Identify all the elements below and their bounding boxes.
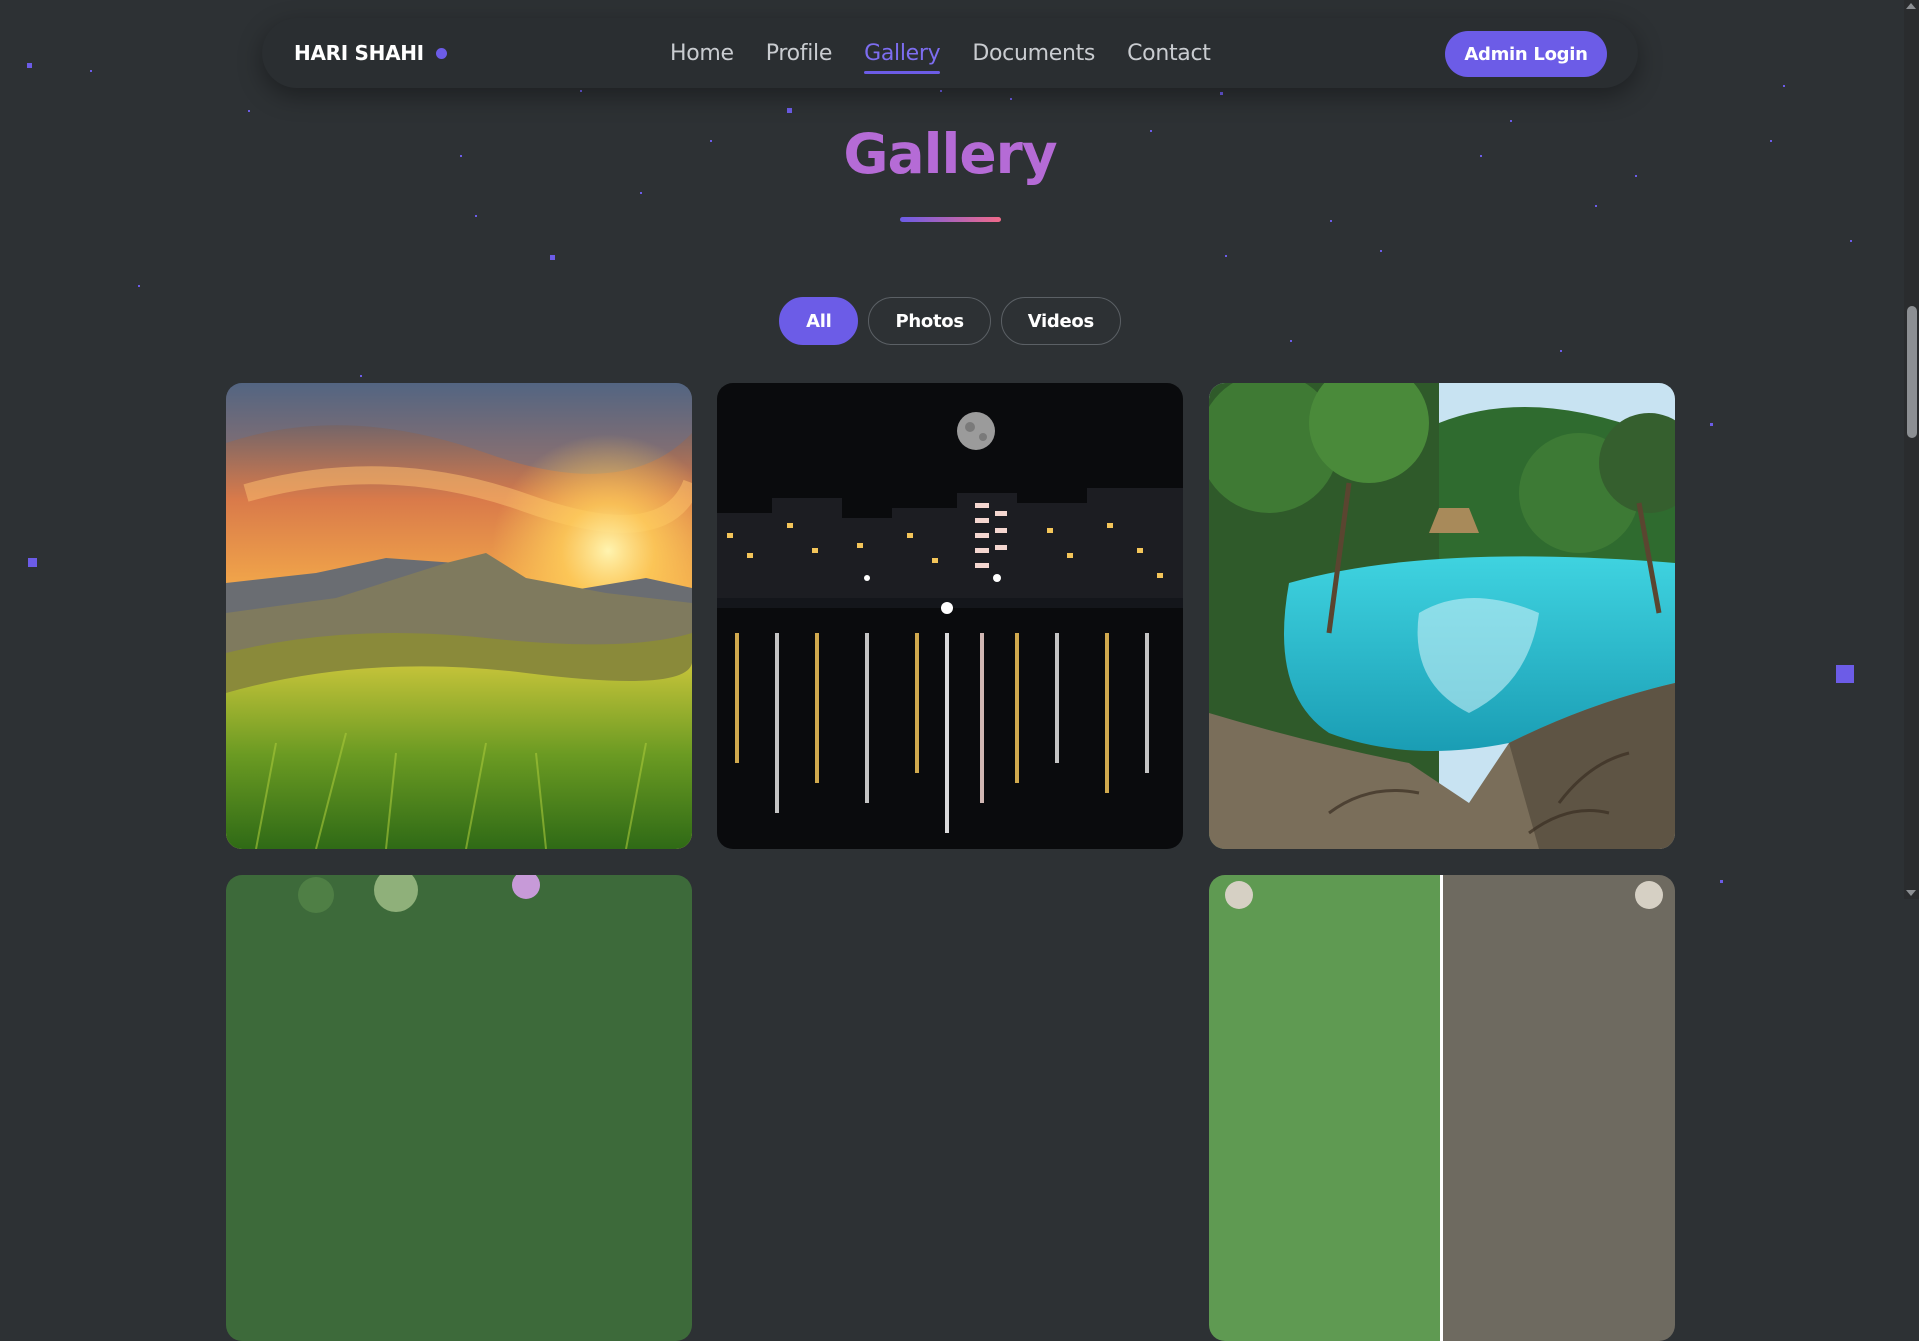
gallery-item-lagoon[interactable] <box>1209 383 1675 849</box>
brand-logo[interactable]: HARI SHAHI <box>294 18 447 88</box>
gallery-item-flower[interactable] <box>226 875 692 1341</box>
gallery-item-sunset[interactable] <box>226 383 692 849</box>
navbar: HARI SHAHI Home Profile Gallery Document… <box>262 18 1638 88</box>
gallery-item-night-city[interactable] <box>717 383 1183 849</box>
title-underline <box>900 217 1001 222</box>
sunset-mountain-meadow-image <box>226 383 692 849</box>
nav-links: Home Profile Gallery Documents Contact <box>670 18 1243 88</box>
brand-name: HARI SHAHI <box>294 41 424 65</box>
nav-link-contact[interactable]: Contact <box>1127 41 1211 66</box>
nav-link-gallery[interactable]: Gallery <box>864 41 941 74</box>
scroll-down-icon[interactable] <box>1906 890 1916 896</box>
scrollbar[interactable] <box>1904 0 1919 899</box>
filter-photos-button[interactable]: Photos <box>868 297 991 345</box>
filter-all-button[interactable]: All <box>779 297 859 345</box>
scroll-up-icon[interactable] <box>1906 3 1916 9</box>
nav-link-documents[interactable]: Documents <box>972 41 1095 66</box>
filter-bar: All Photos Videos <box>0 297 1900 345</box>
gallery-item-animal[interactable] <box>1209 875 1675 1341</box>
flower-image <box>226 875 692 1341</box>
brand-dot-icon <box>435 47 447 59</box>
page-title: Gallery <box>843 122 1057 186</box>
filter-videos-button[interactable]: Videos <box>1000 297 1121 345</box>
night-city-lake-moon-image <box>717 383 1183 849</box>
turquoise-jungle-lagoon-image <box>1209 383 1675 849</box>
admin-login-button[interactable]: Admin Login <box>1445 31 1607 77</box>
nav-link-home[interactable]: Home <box>670 41 734 66</box>
nav-link-profile[interactable]: Profile <box>766 41 833 66</box>
scrollbar-thumb[interactable] <box>1907 306 1917 438</box>
animal-photo-image <box>1209 875 1675 1341</box>
